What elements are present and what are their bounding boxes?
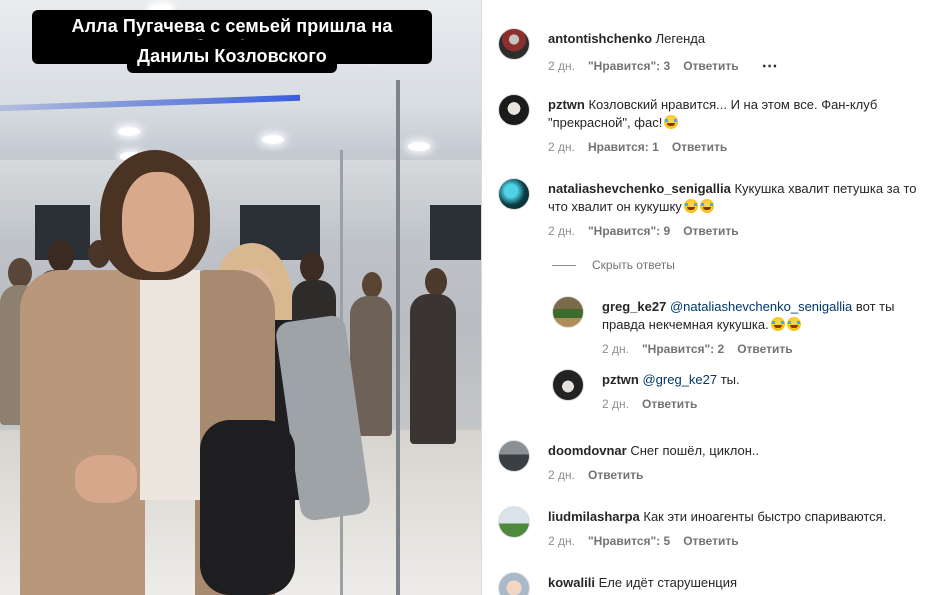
avatar[interactable] (498, 94, 530, 126)
comment-meta: 2 дн. Ответить (602, 397, 938, 411)
reply-button[interactable]: Ответить (683, 59, 738, 73)
comment-username[interactable]: greg_ke27 (602, 299, 666, 314)
avatar[interactable] (498, 440, 530, 472)
avatar[interactable] (498, 178, 530, 210)
comment-text: liudmilasharpa Как эти иноагенты быстро … (548, 508, 938, 526)
avatar[interactable] (498, 506, 530, 538)
man-hand (75, 455, 137, 503)
comment-item: nataliashevchenko_senigallia Кукушка хва… (498, 178, 938, 240)
rolling-on-floor-laughing-emoji (699, 199, 714, 213)
rolling-on-floor-laughing-emoji (683, 199, 698, 213)
rolling-on-floor-laughing-emoji (664, 115, 679, 129)
post-media[interactable]: Алла Пугачева с семьей пришла на бенефис… (0, 0, 481, 595)
comment-username[interactable]: doomdovnar (548, 443, 627, 458)
comment-time: 2 дн. (602, 397, 629, 411)
comment-username[interactable]: kowalili (548, 575, 595, 590)
ceiling-light (408, 142, 430, 151)
comment-text: pztwn @greg_ke27 ты. (602, 371, 938, 389)
reply-button[interactable]: Ответить (588, 468, 643, 482)
man-face (122, 172, 194, 272)
ceiling-light (118, 127, 140, 136)
comment-meta: 2 дн. "Нравится": 9 Ответить (548, 224, 938, 238)
hide-replies-label: Скрыть ответы (592, 258, 675, 272)
like-count[interactable]: "Нравится": 2 (642, 342, 724, 356)
like-count[interactable]: "Нравится": 3 (588, 59, 670, 73)
like-count[interactable]: "Нравится": 9 (588, 224, 670, 238)
avatar[interactable] (552, 369, 584, 401)
comment-time: 2 дн. (602, 342, 629, 356)
comment-time: 2 дн. (548, 59, 575, 73)
comments-panel[interactable]: antontishchenko Легенда 2 дн. "Нравится"… (482, 0, 944, 595)
comment-time: 2 дн. (548, 140, 575, 154)
man-jacket (20, 270, 145, 595)
comment-item: liudmilasharpa Как эти иноагенты быстро … (498, 506, 938, 550)
comment-username[interactable]: nataliashevchenko_senigallia (548, 181, 731, 196)
crowd-person (410, 294, 456, 444)
comment-time: 2 дн. (548, 468, 575, 482)
comment-time: 2 дн. (548, 534, 575, 548)
reply-button[interactable]: Ответить (737, 342, 792, 356)
comment-item: pztwn Козловский нравится... И на этом в… (498, 94, 938, 156)
comment-text: pztwn Козловский нравится... И на этом в… (548, 96, 938, 132)
more-options-icon[interactable]: ⋯ (762, 56, 779, 76)
man-shirt (140, 270, 200, 500)
comment-item: kowalili Еле идёт старушенция (498, 572, 938, 595)
avatar[interactable] (552, 296, 584, 328)
hide-replies-button[interactable]: Скрыть ответы (552, 258, 675, 272)
crowd-person (425, 268, 447, 296)
comment-meta: 2 дн. Нравится: 1 Ответить (548, 140, 938, 154)
comment-body: Козловский нравится... И на этом все. Фа… (548, 97, 878, 130)
crowd-person (362, 272, 382, 298)
comment-item: antontishchenko Легенда 2 дн. "Нравится"… (498, 28, 938, 78)
hide-replies-line (552, 264, 576, 266)
rolling-on-floor-laughing-emoji (770, 317, 785, 331)
comment-body: Снег пошёл, циклон.. (630, 443, 760, 458)
black-coat-bundle (200, 420, 295, 595)
comment-meta: 2 дн. Ответить (548, 468, 938, 482)
comment-text: kowalili Еле идёт старушенция (548, 574, 938, 592)
like-count[interactable]: "Нравится": 5 (588, 534, 670, 548)
comment-meta: 2 дн. "Нравится": 2 Ответить (602, 342, 938, 356)
avatar[interactable] (498, 572, 530, 595)
comment-text: greg_ke27 @nataliashevchenko_senigallia … (602, 298, 938, 334)
comment-username[interactable]: antontishchenko (548, 31, 652, 46)
mention-link[interactable]: @nataliashevchenko_senigallia (670, 299, 852, 314)
reply-button[interactable]: Ответить (672, 140, 727, 154)
ceiling-light (262, 135, 284, 144)
reply-item: pztwn @greg_ke27 ты. 2 дн. Ответить (552, 369, 938, 413)
rolling-on-floor-laughing-emoji (786, 317, 801, 331)
comment-item: doomdovnar Снег пошёл, циклон.. 2 дн. От… (498, 440, 938, 484)
comment-body: Как эти иноагенты быстро спариваются. (643, 509, 887, 524)
comment-body: ты. (720, 372, 740, 387)
comment-body: Легенда (655, 31, 706, 46)
comment-text: doomdovnar Снег пошёл, циклон.. (548, 442, 938, 460)
avatar[interactable] (498, 28, 530, 60)
reply-item: greg_ke27 @nataliashevchenko_senigallia … (552, 296, 938, 358)
comment-username[interactable]: pztwn (548, 97, 585, 112)
comment-text: antontishchenko Легенда (548, 30, 938, 48)
crowd-person (300, 252, 324, 282)
reply-button[interactable]: Ответить (683, 224, 738, 238)
comment-body: Еле идёт старушенция (598, 575, 738, 590)
comment-username[interactable]: pztwn (602, 372, 639, 387)
reply-button[interactable]: Ответить (683, 534, 738, 548)
like-count[interactable]: Нравится: 1 (588, 140, 659, 154)
comment-meta: 2 дн. "Нравится": 5 Ответить (548, 534, 938, 548)
comment-username[interactable]: liudmilasharpa (548, 509, 640, 524)
media-caption-line2: Данилы Козловского (32, 40, 432, 73)
comment-meta: 2 дн. "Нравится": 3 Ответить ⋯ (548, 56, 938, 76)
crowd-person (48, 240, 74, 272)
glass-door-frame (396, 80, 400, 595)
comment-time: 2 дн. (548, 224, 575, 238)
dark-window (430, 205, 481, 260)
reply-button[interactable]: Ответить (642, 397, 697, 411)
mention-link[interactable]: @greg_ke27 (642, 372, 717, 387)
comment-text: nataliashevchenko_senigallia Кукушка хва… (548, 180, 938, 216)
